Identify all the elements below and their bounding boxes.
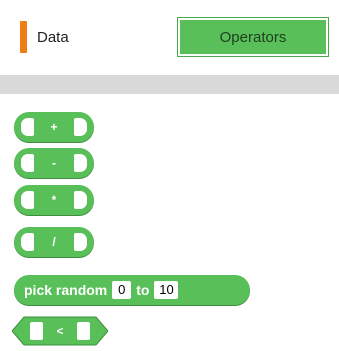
right-operand-slot[interactable] [74, 233, 87, 251]
category-data-button[interactable]: Data [14, 18, 164, 56]
operator-symbol: * [51, 193, 57, 207]
random-to-input[interactable]: 10 [154, 281, 179, 299]
category-operators-label: Operators [219, 28, 287, 46]
palette-divider [0, 75, 339, 94]
left-operand-slot[interactable] [21, 118, 34, 136]
add-block[interactable]: + [14, 112, 94, 142]
right-operand-slot[interactable] [74, 154, 87, 172]
right-operand-slot[interactable] [74, 118, 87, 136]
left-operand-slot[interactable] [21, 154, 34, 172]
operator-symbol: + [50, 120, 58, 134]
left-operand-slot[interactable] [30, 322, 43, 340]
subtract-block[interactable]: - [14, 148, 94, 178]
less-than-block[interactable]: < [12, 316, 108, 346]
right-operand-slot[interactable] [77, 322, 90, 340]
less-than-contents: < [12, 316, 108, 346]
left-operand-slot[interactable] [21, 233, 34, 251]
category-tabs: Data Operators [0, 0, 339, 75]
left-operand-slot[interactable] [21, 191, 34, 209]
block-palette: + - * / pick random 0 to 10 < [0, 94, 339, 351]
operator-symbol: / [52, 235, 56, 249]
divide-block[interactable]: / [14, 227, 94, 257]
category-data-label: Data [37, 28, 69, 46]
multiply-block[interactable]: * [14, 185, 94, 215]
data-color-swatch [20, 21, 27, 53]
pick-random-block[interactable]: pick random 0 to 10 [14, 275, 250, 305]
operator-symbol: - [52, 156, 56, 170]
category-operators-button[interactable]: Operators [177, 17, 329, 57]
operator-symbol: < [56, 324, 64, 338]
random-to-label: to [136, 282, 150, 298]
right-operand-slot[interactable] [74, 191, 87, 209]
pick-random-label: pick random [24, 282, 108, 298]
random-from-input[interactable]: 0 [112, 281, 132, 299]
